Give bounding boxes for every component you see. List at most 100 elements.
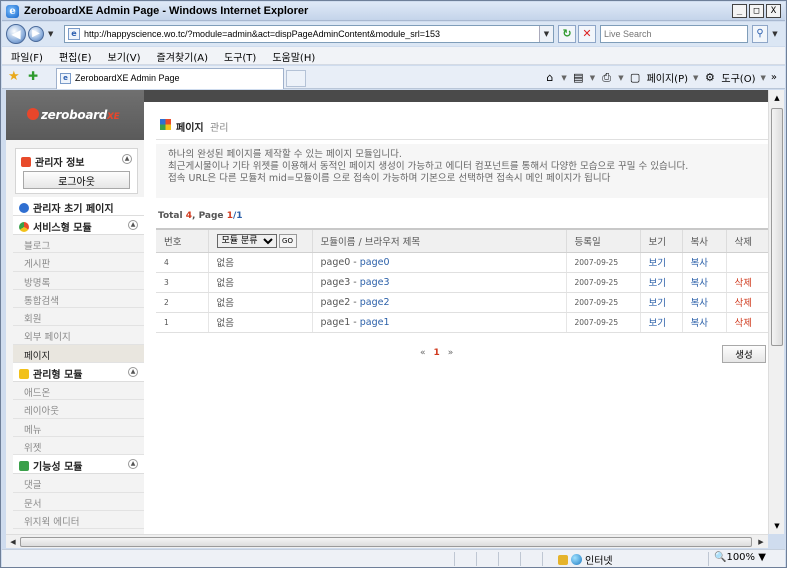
view-link[interactable]: 보기 [649, 278, 666, 289]
scroll-down-icon[interactable]: ▼ [769, 518, 785, 534]
status-bar: 인터넷 🔍100% ▼ [2, 549, 785, 567]
url-text[interactable]: http://happyscience.wo.tc/?module=admin&… [84, 29, 440, 39]
zoom-dropdown-icon[interactable]: ▼ [758, 552, 766, 563]
page-title: 페이지 [176, 123, 204, 134]
category-filter-select[interactable]: 모듈 분류 [216, 233, 277, 248]
feeds-dropdown-icon[interactable]: ▼ [590, 74, 595, 82]
sidebar-group-manage[interactable]: 관리형 모듈 ▲ [13, 363, 144, 383]
sidebar-item-addon[interactable]: 애드온 [13, 382, 144, 401]
close-button[interactable]: X [766, 4, 781, 18]
sidebar-item-menu[interactable]: 메뉴 [13, 419, 144, 437]
sidebar-item-search[interactable]: 통합검색 [13, 290, 144, 309]
pager-current[interactable]: 1 [434, 348, 440, 358]
refresh-icon[interactable]: ↻ [558, 25, 576, 43]
new-tab-button[interactable] [286, 70, 306, 87]
security-zone[interactable]: 인터넷 [558, 552, 613, 567]
address-field[interactable]: e http://happyscience.wo.tc/?module=admi… [64, 25, 554, 43]
menu-help[interactable]: 도움말(H) [263, 47, 322, 64]
menu-view[interactable]: 보기(V) [99, 47, 148, 64]
maximize-button[interactable]: □ [749, 4, 764, 18]
main-content: 페이지 관리 하나의 완성된 페이지를 제작할 수 있는 페이지 모듈입니다. … [156, 108, 768, 534]
sidebar-item-comment[interactable]: 댓글 [13, 474, 144, 493]
module-title-link[interactable]: page2 [360, 297, 390, 308]
sidebar-group-service[interactable]: 서비스형 모듈 ▲ [13, 216, 144, 235]
scroll-left-icon[interactable]: ◀ [6, 535, 20, 549]
copy-link[interactable]: 복사 [691, 318, 708, 329]
copy-link[interactable]: 복사 [691, 278, 708, 289]
more-chevron[interactable]: » [771, 72, 777, 83]
sidebar-item-document[interactable]: 문서 [13, 493, 144, 511]
sidebar-item-blog[interactable]: 블로그 [13, 235, 144, 254]
sidebar-item-board[interactable]: 게시판 [13, 253, 144, 272]
sidebar-group-function[interactable]: 기능성 모듈 ▲ [13, 455, 144, 475]
vertical-scrollbar[interactable]: ▲ ▼ [768, 90, 784, 534]
sidebar-item-widget[interactable]: 위젯 [13, 437, 144, 456]
row-number: 1 [156, 312, 208, 333]
back-arrow-icon[interactable]: ◀ [6, 24, 26, 44]
row-module: page2 - page2 [311, 292, 566, 313]
view-link[interactable]: 보기 [649, 318, 666, 329]
create-button[interactable]: 생성 [722, 345, 766, 363]
zoom-control[interactable]: 🔍100% ▼ [714, 552, 766, 563]
forward-arrow-icon[interactable]: ▶ [28, 26, 44, 42]
manage-group-toggle-icon[interactable]: ▲ [128, 367, 138, 378]
pager-next[interactable]: » [448, 348, 454, 358]
scroll-up-icon[interactable]: ▲ [769, 90, 785, 106]
print-icon[interactable]: ⎙ [600, 71, 613, 84]
live-search-field[interactable] [600, 25, 748, 43]
filter-go-button[interactable]: GO [278, 233, 297, 248]
menu-edit[interactable]: 편집(E) [50, 47, 99, 64]
page-menu-dropdown-icon[interactable]: ▼ [693, 74, 698, 82]
search-dropdown-icon[interactable]: ▼ [769, 25, 781, 43]
copy-link[interactable]: 복사 [691, 258, 708, 269]
horizontal-scrollbar[interactable]: ◀ ▶ [6, 534, 768, 548]
delete-link[interactable]: 삭제 [735, 298, 752, 309]
home-icon[interactable]: ⌂ [543, 71, 556, 84]
tools-menu-dropdown-icon[interactable]: ▼ [760, 74, 765, 82]
admin-info-toggle-icon[interactable]: ▲ [122, 154, 132, 164]
description-line-1: 하나의 완성된 페이지를 제작할 수 있는 페이지 모듈입니다. [168, 149, 402, 160]
favorites-star-icon[interactable]: ★ [8, 69, 20, 84]
delete-link[interactable]: 삭제 [735, 318, 752, 329]
minimize-button[interactable]: _ [732, 4, 747, 18]
scroll-right-icon[interactable]: ▶ [754, 535, 768, 549]
sidebar-item-editor[interactable]: 위지윅 에디터 [13, 511, 144, 530]
sidebar-item-external-page[interactable]: 외부 페이지 [13, 326, 144, 345]
history-dropdown-icon[interactable]: ▼ [48, 30, 53, 38]
page-module-table: 번호 모듈 분류 GO 모듈이름 / 브라우저 제목 등록일 보기 복사 삭제 [156, 228, 768, 333]
sidebar-item-admin-home[interactable]: 관리자 초기 페이지 [13, 197, 144, 216]
admin-info-heading: 관리자 정보 [21, 154, 84, 169]
menu-favorites[interactable]: 즐겨찾기(A) [148, 47, 215, 64]
view-link[interactable]: 보기 [649, 258, 666, 269]
live-search-input[interactable] [601, 26, 747, 42]
search-icon[interactable]: ⚲ [752, 25, 768, 43]
feeds-icon[interactable]: ▤ [572, 71, 585, 84]
print-dropdown-icon[interactable]: ▼ [618, 74, 623, 82]
function-group-toggle-icon[interactable]: ▲ [128, 459, 138, 470]
menu-file[interactable]: 파일(F) [2, 47, 50, 64]
module-title-link[interactable]: page1 [360, 317, 390, 328]
zeroboard-logo[interactable]: zeroboardXE [27, 108, 120, 122]
page-menu[interactable]: 페이지(P) [647, 70, 688, 85]
sidebar-item-page[interactable]: 페이지 [13, 344, 144, 364]
vertical-scroll-thumb[interactable] [771, 108, 783, 346]
module-title-link[interactable]: page0 [360, 257, 390, 268]
home-dropdown-icon[interactable]: ▼ [561, 74, 566, 82]
service-group-toggle-icon[interactable]: ▲ [128, 220, 138, 230]
logout-button[interactable]: 로그아웃 [23, 171, 130, 189]
tab-admin-page[interactable]: e ZeroboardXE Admin Page [56, 68, 284, 89]
delete-link[interactable]: 삭제 [735, 278, 752, 289]
stop-icon[interactable]: ✕ [578, 25, 596, 43]
menu-tools[interactable]: 도구(T) [215, 47, 263, 64]
view-link[interactable]: 보기 [649, 298, 666, 309]
copy-link[interactable]: 복사 [691, 298, 708, 309]
module-title-link[interactable]: page3 [360, 277, 390, 288]
add-favorites-icon[interactable]: ✚ [28, 69, 38, 83]
sidebar-item-guestbook[interactable]: 방명록 [13, 272, 144, 290]
horizontal-scroll-thumb[interactable] [20, 537, 752, 547]
pager-prev[interactable]: « [420, 348, 426, 358]
sidebar-item-member[interactable]: 회원 [13, 308, 144, 327]
tools-menu[interactable]: 도구(O) [721, 70, 755, 85]
address-dropdown-icon[interactable]: ▼ [539, 26, 553, 42]
sidebar-item-layout[interactable]: 레이아웃 [13, 400, 144, 419]
